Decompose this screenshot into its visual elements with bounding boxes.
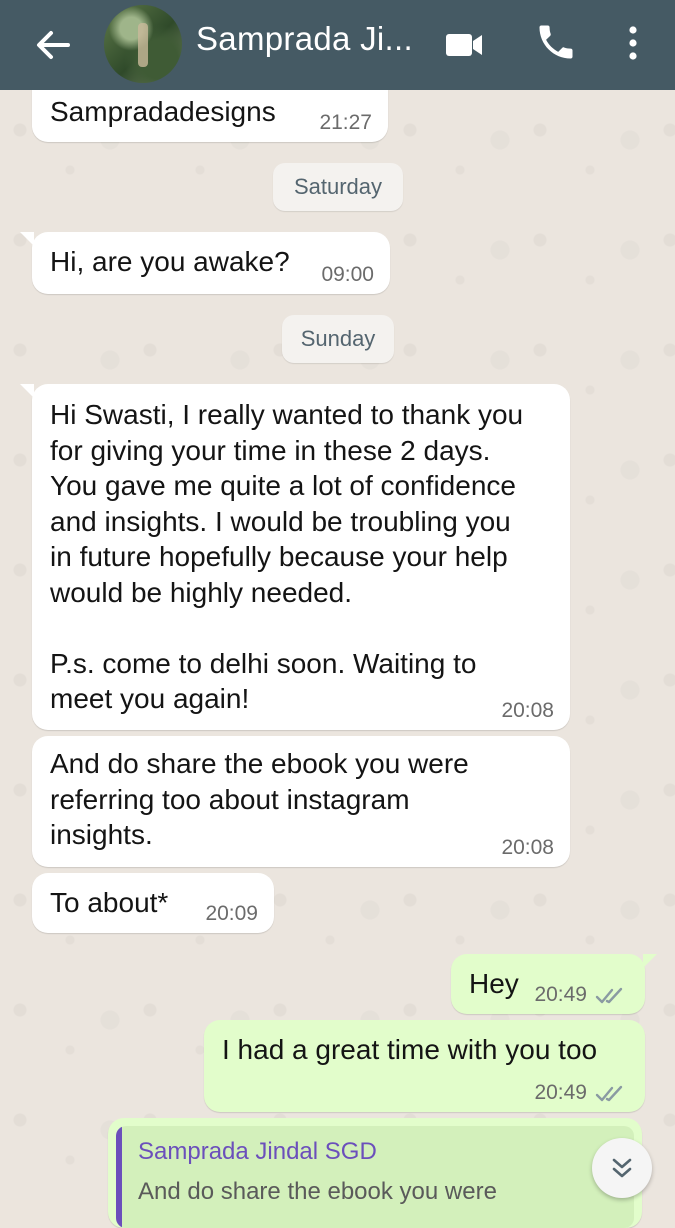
double-chevron-down-icon [612, 1158, 632, 1178]
message-text: Hi, are you awake? [50, 246, 290, 277]
date-separator: Saturday [273, 163, 403, 211]
voice-call-button[interactable] [534, 20, 578, 64]
message-time: 20:09 [205, 902, 258, 925]
date-separator: Sunday [282, 315, 394, 363]
arrow-left-icon [37, 31, 70, 59]
message-time: 20:08 [501, 836, 554, 859]
incoming-message[interactable]: And do share the ebook you were referrin… [32, 736, 570, 867]
incoming-message[interactable]: Hi, are you awake? 09:00 [20, 232, 390, 294]
message-time: 20:49 [534, 983, 587, 1006]
video-call-button[interactable] [442, 24, 486, 64]
back-button[interactable] [30, 22, 76, 68]
more-vertical-icon [629, 26, 637, 60]
message-time: 09:00 [321, 263, 374, 286]
message-text: Hi Swasti, I really wanted to thank you … [50, 399, 524, 714]
message-text: Hey [469, 968, 519, 999]
video-camera-icon [446, 34, 482, 56]
phone-icon [539, 25, 573, 59]
outgoing-message[interactable]: Hey 20:49 [451, 954, 657, 1014]
incoming-message[interactable]: Hi Swasti, I really wanted to thank you … [20, 384, 570, 730]
bubble-tail [643, 954, 657, 968]
message-text: And do share the ebook you were referrin… [50, 748, 469, 850]
quoted-message[interactable]: Samprada Jindal SGD And do share the ebo… [116, 1126, 634, 1228]
message-text: Sampradadesigns [50, 96, 276, 127]
double-check-icon [595, 1085, 623, 1102]
chat-header: Samprada Ji... [0, 0, 675, 90]
contact-name[interactable]: Samprada Ji... [196, 20, 413, 58]
scroll-to-bottom-button[interactable] [592, 1138, 652, 1198]
incoming-message[interactable]: To about* 20:09 [32, 873, 274, 933]
double-check-icon [595, 987, 623, 1004]
message-time: 20:49 [534, 1081, 587, 1104]
more-options-button[interactable] [616, 20, 650, 66]
message-time: 20:08 [501, 699, 554, 722]
quoted-text: And do share the ebook you were [138, 1178, 497, 1205]
message-text: I had a great time with you too [222, 1034, 598, 1065]
quote-bar [116, 1126, 122, 1228]
bubble-tail [20, 384, 34, 398]
quoted-author: Samprada Jindal SGD [138, 1138, 377, 1165]
message-text: To about* [50, 887, 169, 918]
outgoing-message[interactable]: I had a great time with you too 20:49 [204, 1020, 645, 1112]
outgoing-reply-message[interactable]: Samprada Jindal SGD And do share the ebo… [108, 1118, 642, 1228]
bubble-tail [20, 232, 34, 246]
message-time: 21:27 [319, 111, 372, 134]
contact-avatar[interactable] [104, 5, 182, 83]
